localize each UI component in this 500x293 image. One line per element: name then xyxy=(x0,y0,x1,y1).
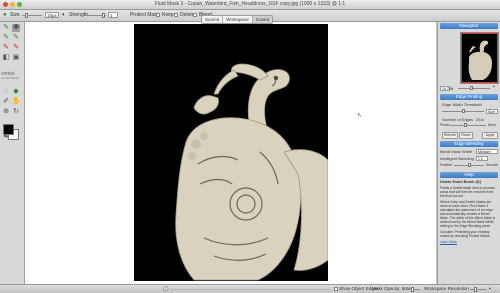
size-icon: ● xyxy=(3,12,7,18)
number-of-edges-label: Number of Edges xyxy=(442,117,474,122)
progress-track xyxy=(170,289,330,290)
reset-button[interactable]: Reset xyxy=(459,132,473,139)
size-slider-thumb[interactable] xyxy=(25,13,28,18)
number-of-edges-slider[interactable] xyxy=(450,123,486,127)
keep-label: Keep xyxy=(162,12,174,18)
eyedropper-icon[interactable]: ✐ xyxy=(2,98,10,106)
cutout-image xyxy=(134,24,328,281)
edge-blending-header[interactable]: Edge Blending xyxy=(440,141,498,147)
workspace-resolution-slider[interactable] xyxy=(470,287,486,292)
swap-colors-icon[interactable]: ⇆ xyxy=(2,133,10,141)
mask-opacity-slider[interactable] xyxy=(404,287,420,292)
strength-field[interactable]: 1 xyxy=(108,12,118,18)
keep-local-icon[interactable]: ✎ xyxy=(12,34,20,42)
brush-icon[interactable]: ✎ xyxy=(2,24,10,32)
feather-smooth-slider[interactable] xyxy=(454,163,484,167)
feather-smooth-thumb[interactable] xyxy=(468,163,471,167)
cursor-icon: ↖ xyxy=(357,113,363,119)
size-slider[interactable] xyxy=(22,13,42,18)
strength-icon: ◐ xyxy=(62,12,66,18)
zoom-out-icon[interactable]: ▫ xyxy=(452,86,453,91)
smooth-label: Smooth xyxy=(486,163,499,167)
keep-brush-icon[interactable]: ✎ xyxy=(2,34,10,42)
title-bar: Fluid Mask 3 - Copan_Waterbird_Fish_Head… xyxy=(0,0,500,10)
workspace-resolution-label: Workspace Resolution xyxy=(424,286,469,291)
view-mode-tabs: Source Workspace Cutout xyxy=(201,15,273,24)
edge-width-threshold-label: Edge Width Threshold xyxy=(442,102,482,107)
number-of-edges-thumb[interactable] xyxy=(464,123,467,127)
zoom-icon[interactable]: ⊕ xyxy=(2,108,10,116)
tab-cutout[interactable]: Cutout xyxy=(252,16,272,23)
patch-icon[interactable]: ▣ xyxy=(12,54,20,62)
feather-label: Feather xyxy=(440,163,453,167)
help-title: Delete Exact Brush (D) xyxy=(440,180,481,184)
navigator-zoom-slider[interactable] xyxy=(458,86,490,90)
navigator-zoom-field[interactable]: 19.766 xyxy=(440,86,453,91)
help-content: Delete Exact Brush (D) Paints a Delete M… xyxy=(440,180,498,246)
strength-slider-thumb[interactable] xyxy=(102,13,105,18)
navigator-zoom-thumb[interactable] xyxy=(470,86,473,90)
edge-width-threshold-thumb[interactable] xyxy=(462,109,465,113)
number-of-edges-value: 23.6 xyxy=(476,117,484,122)
keep-checkbox[interactable] xyxy=(156,13,160,17)
intelligent-blending-label: Intelligent Blending xyxy=(440,156,474,161)
edge-finding-header[interactable]: Edge Finding xyxy=(440,94,498,100)
help-paragraph-1: Paints a Delete Mask area to process are… xyxy=(440,186,495,198)
edge-width-threshold-select[interactable]: Size xyxy=(486,109,498,114)
refresh-button[interactable]: Refresh xyxy=(442,132,458,139)
show-object-edges-checkbox[interactable] xyxy=(334,287,338,291)
strength-slider[interactable] xyxy=(86,13,106,18)
help-paragraph-3: Consider: Protecting your existing masks… xyxy=(440,230,491,238)
mask-opacity-thumb[interactable] xyxy=(411,287,414,292)
lasso-icon[interactable]: ◌ xyxy=(2,88,10,96)
canvas-area[interactable]: ↖ xyxy=(25,22,436,284)
resolution-high-icon[interactable]: ▪ xyxy=(489,286,491,292)
help-header[interactable]: Help xyxy=(440,172,498,178)
zoom-in-icon[interactable]: ▪ xyxy=(493,85,495,90)
apply-button[interactable]: Apply xyxy=(482,132,498,139)
workspace-resolution-thumb[interactable] xyxy=(474,287,477,292)
intelligent-blending-field[interactable]: 1.0 xyxy=(476,156,488,161)
more-label: More xyxy=(488,123,496,127)
navigator-thumbnail[interactable] xyxy=(460,32,499,84)
blend-mask-width-label: Blend Mask Width xyxy=(440,149,473,154)
blend-checkbox[interactable] xyxy=(193,13,197,17)
help-paragraph-2: Where Keep and Delete Masks are close to… xyxy=(440,200,496,228)
right-panel: Navigator 19.766 ▫ ▪ Edge Finding Edge W… xyxy=(437,22,500,284)
progress-icon: ◯ xyxy=(163,286,169,292)
tab-source[interactable]: Source xyxy=(202,16,224,23)
tool-palette: vertus FLUID MASK ⇆ ✎ ✥ ✎ ✎ ✎ ✎ ◧ ▣ ◌ ◆ ✐ ✋ ⊕ ↻ xyxy=(0,22,25,284)
tab-workspace[interactable]: Workspace xyxy=(223,16,253,23)
learn-more-link[interactable]: Learn More xyxy=(440,240,498,244)
size-label: Size xyxy=(10,12,20,18)
delete-local-icon[interactable]: ✎ xyxy=(12,44,20,52)
navigator-view-rectangle[interactable] xyxy=(461,33,498,83)
vertus-logo: vertus FLUID MASK xyxy=(1,71,20,81)
edge-width-threshold-slider[interactable] xyxy=(442,109,484,113)
move-icon[interactable]: ✥ xyxy=(12,24,20,32)
blend-mask-width-select[interactable]: Medium xyxy=(476,149,498,154)
hand-icon[interactable]: ✋ xyxy=(12,98,21,106)
delete-brush-icon[interactable]: ✎ xyxy=(2,44,10,52)
eraser-icon[interactable]: ◧ xyxy=(2,54,10,62)
navigator-header[interactable]: Navigator xyxy=(440,23,498,29)
delete-checkbox[interactable] xyxy=(174,13,178,17)
size-field[interactable]: 15px xyxy=(45,12,59,18)
fill-icon[interactable]: ◆ xyxy=(12,88,20,96)
fewer-label: Fewer xyxy=(440,123,450,127)
rotate-icon[interactable]: ↻ xyxy=(12,108,20,116)
window-title: Fluid Mask 3 - Copan_Waterbird_Fish_Head… xyxy=(154,1,346,7)
